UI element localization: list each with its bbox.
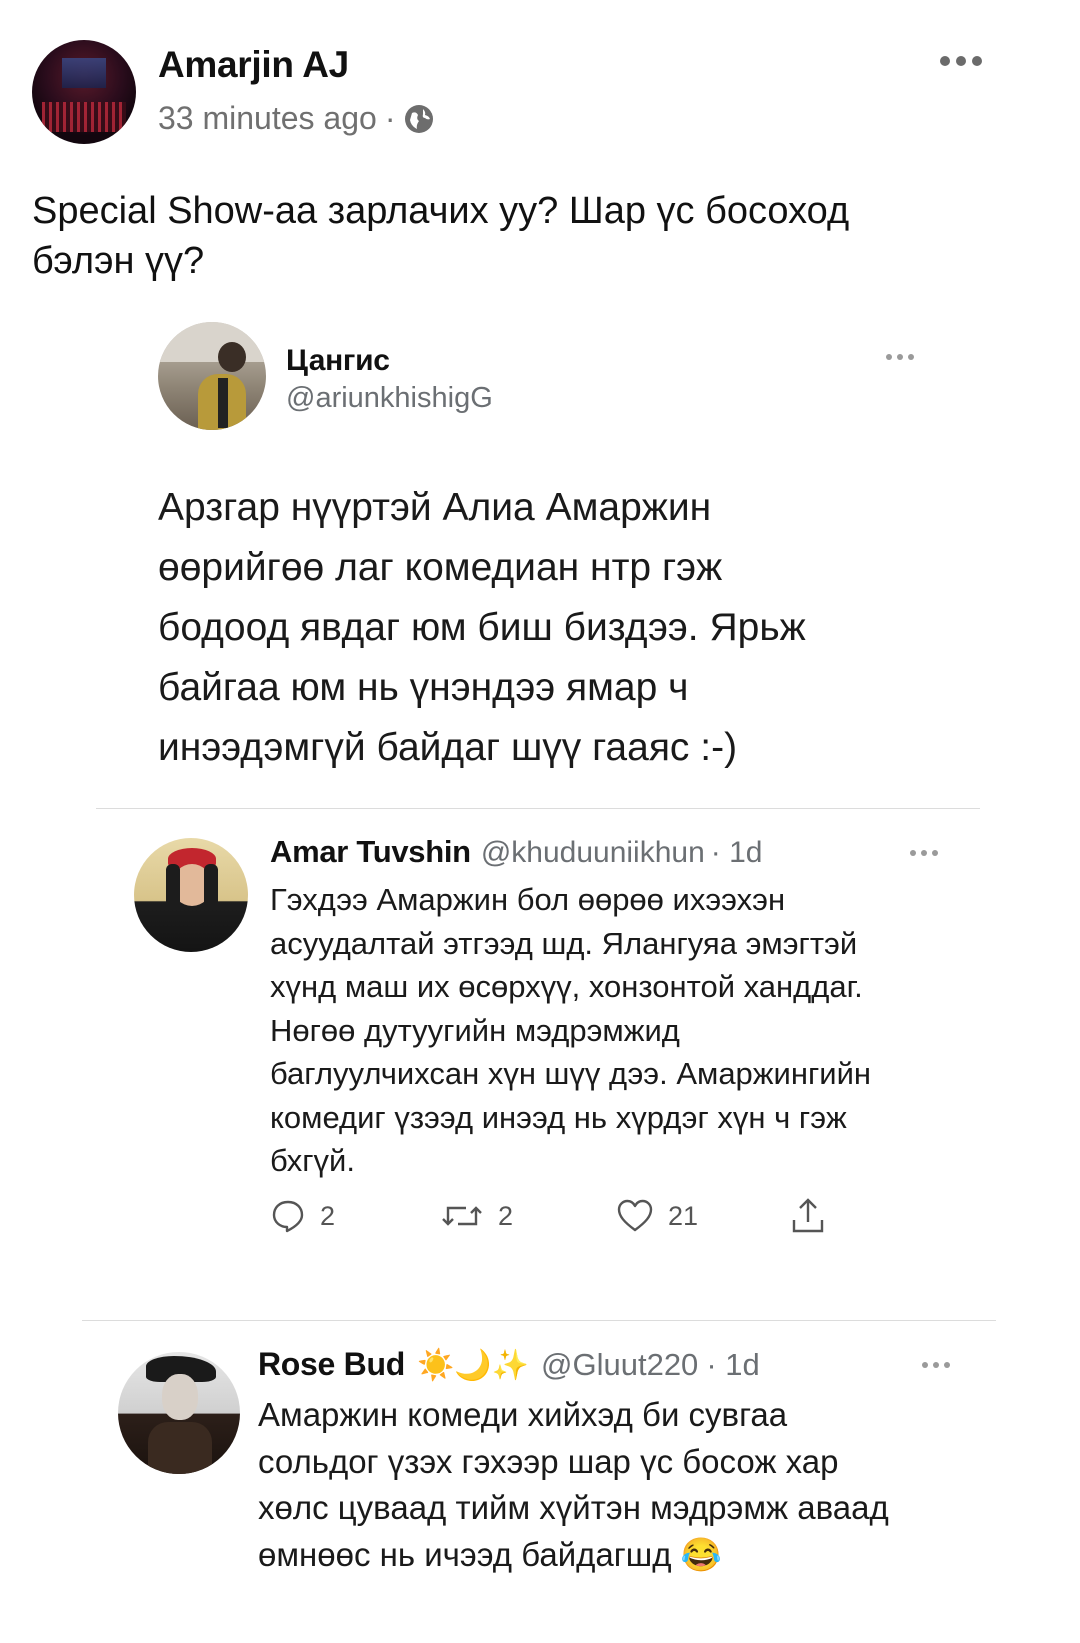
tweet-more-icon[interactable] bbox=[886, 354, 914, 360]
meta-separator: · bbox=[384, 100, 396, 136]
globe-icon bbox=[403, 103, 435, 135]
divider bbox=[82, 1320, 996, 1321]
reply-text-line: Амаржин комеди хийхэд би сувгаа bbox=[258, 1396, 788, 1433]
reply-more-icon[interactable] bbox=[922, 1362, 950, 1368]
share-action[interactable] bbox=[790, 1196, 826, 1236]
tweet-author-handle[interactable]: @ariunkhishigG bbox=[286, 382, 493, 415]
reply-more-icon[interactable] bbox=[910, 850, 938, 856]
retweet-icon bbox=[442, 1206, 482, 1226]
comment-icon bbox=[272, 1200, 304, 1233]
reply-text-line: Гэхдээ Амаржин бол өөрөө ихээхэн bbox=[270, 882, 786, 917]
reply-avatar[interactable] bbox=[134, 838, 248, 952]
reply-text: Гэхдээ Амаржин бол өөрөө ихээхэн асуудал… bbox=[270, 878, 970, 1183]
tweet-text-line: бодоод явдаг юм биш биздээ. Ярьж bbox=[158, 606, 806, 649]
reply-text-line: өмнөөс нь ичээд байдагшд 😂 bbox=[258, 1535, 722, 1573]
reply-text-line: хүнд маш их өсөрхүү, хонзонтой ханддаг. bbox=[270, 969, 863, 1004]
reply-author-handle[interactable]: @khuduuniikhun bbox=[481, 836, 705, 870]
reply-text-line: сольдог үзэх гэхээр шар үс босож хар bbox=[258, 1442, 839, 1480]
post-meta: 33 minutes ago · bbox=[158, 100, 435, 137]
name-emoji: ☀️🌙✨ bbox=[416, 1349, 530, 1382]
tweet-text: Арзгар нүүртэй Алиа Амаржин өөрийгөө лаг… bbox=[158, 478, 806, 778]
post-text-line: Special Show-аа зарлачих уу? Шар үс босо… bbox=[32, 190, 850, 232]
reply-time[interactable]: · 1d bbox=[706, 1347, 759, 1383]
tweet-text-line: Арзгар нүүртэй Алиа Амаржин bbox=[158, 486, 712, 529]
post-author-name[interactable]: Amarjin AJ bbox=[158, 44, 349, 86]
divider bbox=[96, 808, 980, 809]
reply-text-line: баглуулчихсан хүн шүү дээ. Амаржингийн bbox=[270, 1056, 872, 1091]
reply-author-handle[interactable]: @Gluut220 bbox=[541, 1347, 698, 1383]
reply-text-line: Нөгөө дутуугийн мэдрэмжид bbox=[270, 1012, 680, 1048]
reply-author-name[interactable]: Rose Bud bbox=[258, 1346, 405, 1383]
tweet-text-line: байгаа юм нь үнэндээ ямар ч bbox=[158, 666, 689, 709]
reply-count: 2 bbox=[320, 1200, 336, 1231]
share-icon bbox=[792, 1198, 824, 1233]
tweet-text-line: инээдэмгүй байдаг шүү гааяс :-) bbox=[158, 726, 738, 769]
reply-text: Амаржин комеди хийхэд би сувгаа сольдог … bbox=[258, 1392, 978, 1578]
heart-icon bbox=[617, 1199, 653, 1232]
reply-text-line: асуудалтай этгээд шд. Ялангуяа эмэгтэй bbox=[270, 925, 858, 961]
more-horizontal-icon[interactable] bbox=[940, 56, 982, 66]
reply-author-name[interactable]: Amar Tuvshin bbox=[270, 834, 471, 870]
tweet-author-avatar[interactable] bbox=[158, 322, 266, 430]
reply-text-line: комедиг үзээд инээд нь хүрдэг хүн ч гэж bbox=[270, 1099, 847, 1135]
like-count: 21 bbox=[668, 1200, 699, 1231]
tweet-text-line: өөрийгөө лаг комедиан нтр гэж bbox=[158, 546, 723, 589]
like-action[interactable]: 21 bbox=[616, 1198, 698, 1234]
post-text-line: бэлэн үү? bbox=[32, 240, 205, 282]
reply-time[interactable]: · 1d bbox=[711, 836, 763, 870]
reply-header: Amar Tuvshin @khuduuniikhun · 1d bbox=[270, 834, 762, 870]
reply-text-line: хөлс цуваад тийм хүйтэн мэдрэмж аваад bbox=[258, 1489, 889, 1526]
reply-avatar[interactable] bbox=[118, 1352, 240, 1474]
post-timestamp[interactable]: 33 minutes ago bbox=[158, 100, 377, 137]
tweet-author-name[interactable]: Цангис bbox=[286, 344, 390, 378]
author-avatar[interactable] bbox=[32, 40, 136, 144]
reply-header: Rose Bud ☀️🌙✨ @Gluut220 · 1d bbox=[258, 1346, 760, 1383]
reply-action[interactable]: 2 bbox=[270, 1198, 335, 1234]
retweet-action[interactable]: 2 bbox=[440, 1198, 513, 1234]
retweet-count: 2 bbox=[498, 1200, 514, 1231]
reply-text-line: бхгүй. bbox=[270, 1143, 355, 1178]
post-text: Special Show-аа зарлачих уу? Шар үс босо… bbox=[32, 186, 849, 286]
